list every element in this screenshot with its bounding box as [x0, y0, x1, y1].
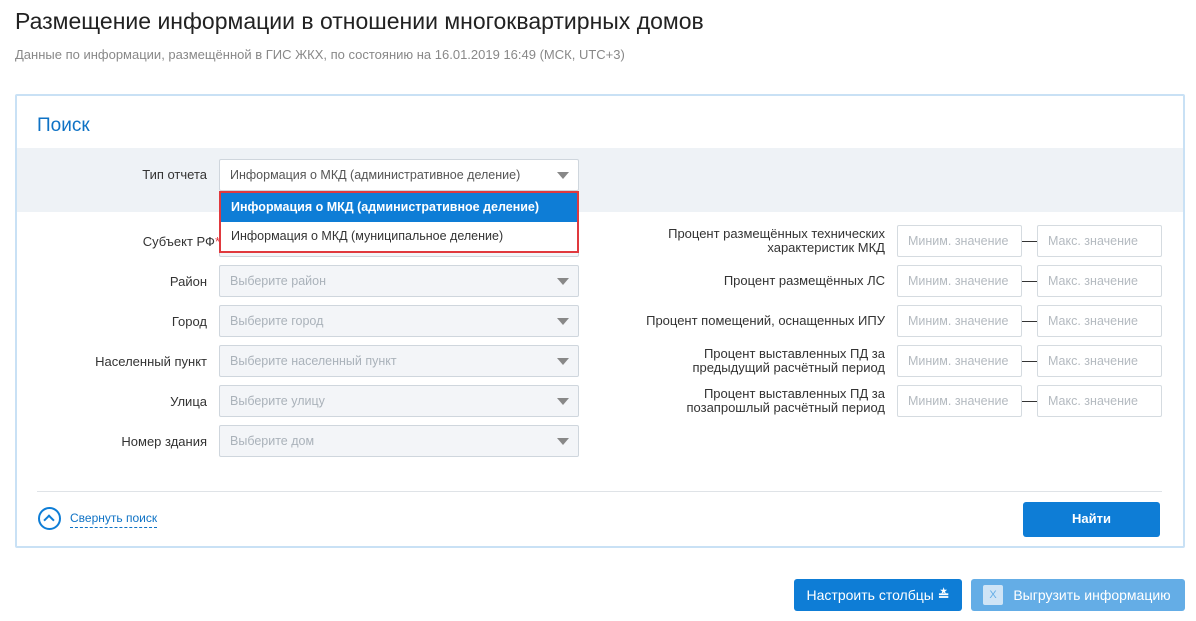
- max-value-input[interactable]: Макс. значение: [1037, 345, 1162, 377]
- chevron-down-icon: [557, 278, 569, 285]
- chevron-down-icon: [557, 172, 569, 179]
- field-select[interactable]: Выберите район: [219, 265, 579, 297]
- option-administrative[interactable]: Информация о МКД (административное делен…: [221, 193, 577, 222]
- field-label-text: Номер здания: [121, 434, 207, 449]
- range-label-line2: характеристик МКД: [767, 240, 885, 255]
- field-placeholder: Выберите дом: [230, 434, 315, 448]
- field-select[interactable]: Выберите город: [219, 305, 579, 337]
- field-label-text: Субъект РФ: [142, 234, 215, 249]
- export-button[interactable]: X Выгрузить информацию: [971, 579, 1185, 611]
- chevron-down-icon: [557, 438, 569, 445]
- range-label-line2: позапрошлый расчётный период: [686, 400, 885, 415]
- range-dash: [1022, 401, 1037, 402]
- min-value-input[interactable]: Миним. значение: [897, 385, 1022, 417]
- max-value-input[interactable]: Макс. значение: [1037, 385, 1162, 417]
- field-select[interactable]: Выберите улицу: [219, 385, 579, 417]
- field-label-text: Улица: [170, 394, 207, 409]
- configure-columns-label: Настроить столбцы: [806, 587, 934, 603]
- field-label: Город: [60, 314, 207, 329]
- chevron-up-circle-icon[interactable]: [38, 507, 61, 530]
- range-label-line1: Процент размещённых ЛС: [723, 273, 885, 288]
- report-type-label: Тип отчета: [142, 167, 207, 182]
- report-type-select[interactable]: Информация о МКД (административное делен…: [219, 159, 579, 191]
- range-label: Процент размещённых технических характери…: [600, 227, 885, 255]
- field-label: Населенный пункт: [60, 354, 207, 369]
- range-label-line2: предыдущий расчётный период: [692, 360, 885, 375]
- excel-icon: X: [983, 585, 1003, 605]
- min-value-input[interactable]: Миним. значение: [897, 305, 1022, 337]
- field-label: Район: [60, 274, 207, 289]
- range-label: Процент помещений, оснащенных ИПУ: [600, 314, 885, 328]
- configure-columns-button[interactable]: Настроить столбцы ≛: [794, 579, 962, 611]
- range-label-line1: Процент помещений, оснащенных ИПУ: [646, 313, 885, 328]
- chevron-down-icon: [557, 398, 569, 405]
- field-label-text: Населенный пункт: [95, 354, 207, 369]
- range-label-line1: Процент выставленных ПД за: [703, 386, 885, 401]
- field-placeholder: Выберите город: [230, 314, 324, 328]
- field-select[interactable]: Выберите дом: [219, 425, 579, 457]
- field-select[interactable]: Выберите населенный пункт: [219, 345, 579, 377]
- range-label: Процент выставленных ПД за предыдущий рас…: [600, 347, 885, 375]
- page-title: Размещение информации в отношении многок…: [15, 8, 704, 34]
- range-label: Процент размещённых ЛС: [600, 274, 885, 288]
- option-municipal[interactable]: Информация о МКД (муниципальное деление): [221, 222, 577, 251]
- field-placeholder: Выберите улицу: [230, 394, 325, 408]
- max-value-input[interactable]: Макс. значение: [1037, 225, 1162, 257]
- field-placeholder: Выберите населенный пункт: [230, 354, 397, 368]
- chevron-down-icon: [557, 358, 569, 365]
- range-label-line1: Процент выставленных ПД за: [703, 346, 885, 361]
- max-value-input[interactable]: Макс. значение: [1037, 305, 1162, 337]
- page-subtitle: Данные по информации, размещённой в ГИС …: [15, 47, 625, 62]
- field-label: Субъект РФ*: [60, 234, 220, 249]
- min-value-input[interactable]: Миним. значение: [897, 345, 1022, 377]
- field-label: Номер здания: [60, 434, 207, 449]
- range-dash: [1022, 321, 1037, 322]
- find-button[interactable]: Найти: [1023, 502, 1160, 537]
- double-chevron-down-icon: ≛: [937, 587, 950, 603]
- search-title: Поиск: [37, 115, 90, 136]
- range-label: Процент выставленных ПД за позапрошлый ра…: [600, 387, 885, 415]
- min-value-input[interactable]: Миним. значение: [897, 265, 1022, 297]
- divider: [37, 491, 1162, 492]
- range-dash: [1022, 281, 1037, 282]
- range-dash: [1022, 241, 1037, 242]
- report-type-dropdown: Информация о МКД (административное делен…: [219, 191, 579, 253]
- range-dash: [1022, 361, 1037, 362]
- range-label-line1: Процент размещённых технических: [668, 226, 885, 241]
- field-label-text: Район: [169, 274, 207, 289]
- collapse-search-link[interactable]: Свернуть поиск: [70, 511, 158, 528]
- field-label: Улица: [60, 394, 207, 409]
- field-label-text: Город: [171, 314, 207, 329]
- field-placeholder: Выберите район: [230, 274, 326, 288]
- max-value-input[interactable]: Макс. значение: [1037, 265, 1162, 297]
- min-value-input[interactable]: Миним. значение: [897, 225, 1022, 257]
- chevron-down-icon: [557, 318, 569, 325]
- report-type-value: Информация о МКД (административное делен…: [230, 168, 521, 182]
- export-label: Выгрузить информацию: [1013, 587, 1171, 603]
